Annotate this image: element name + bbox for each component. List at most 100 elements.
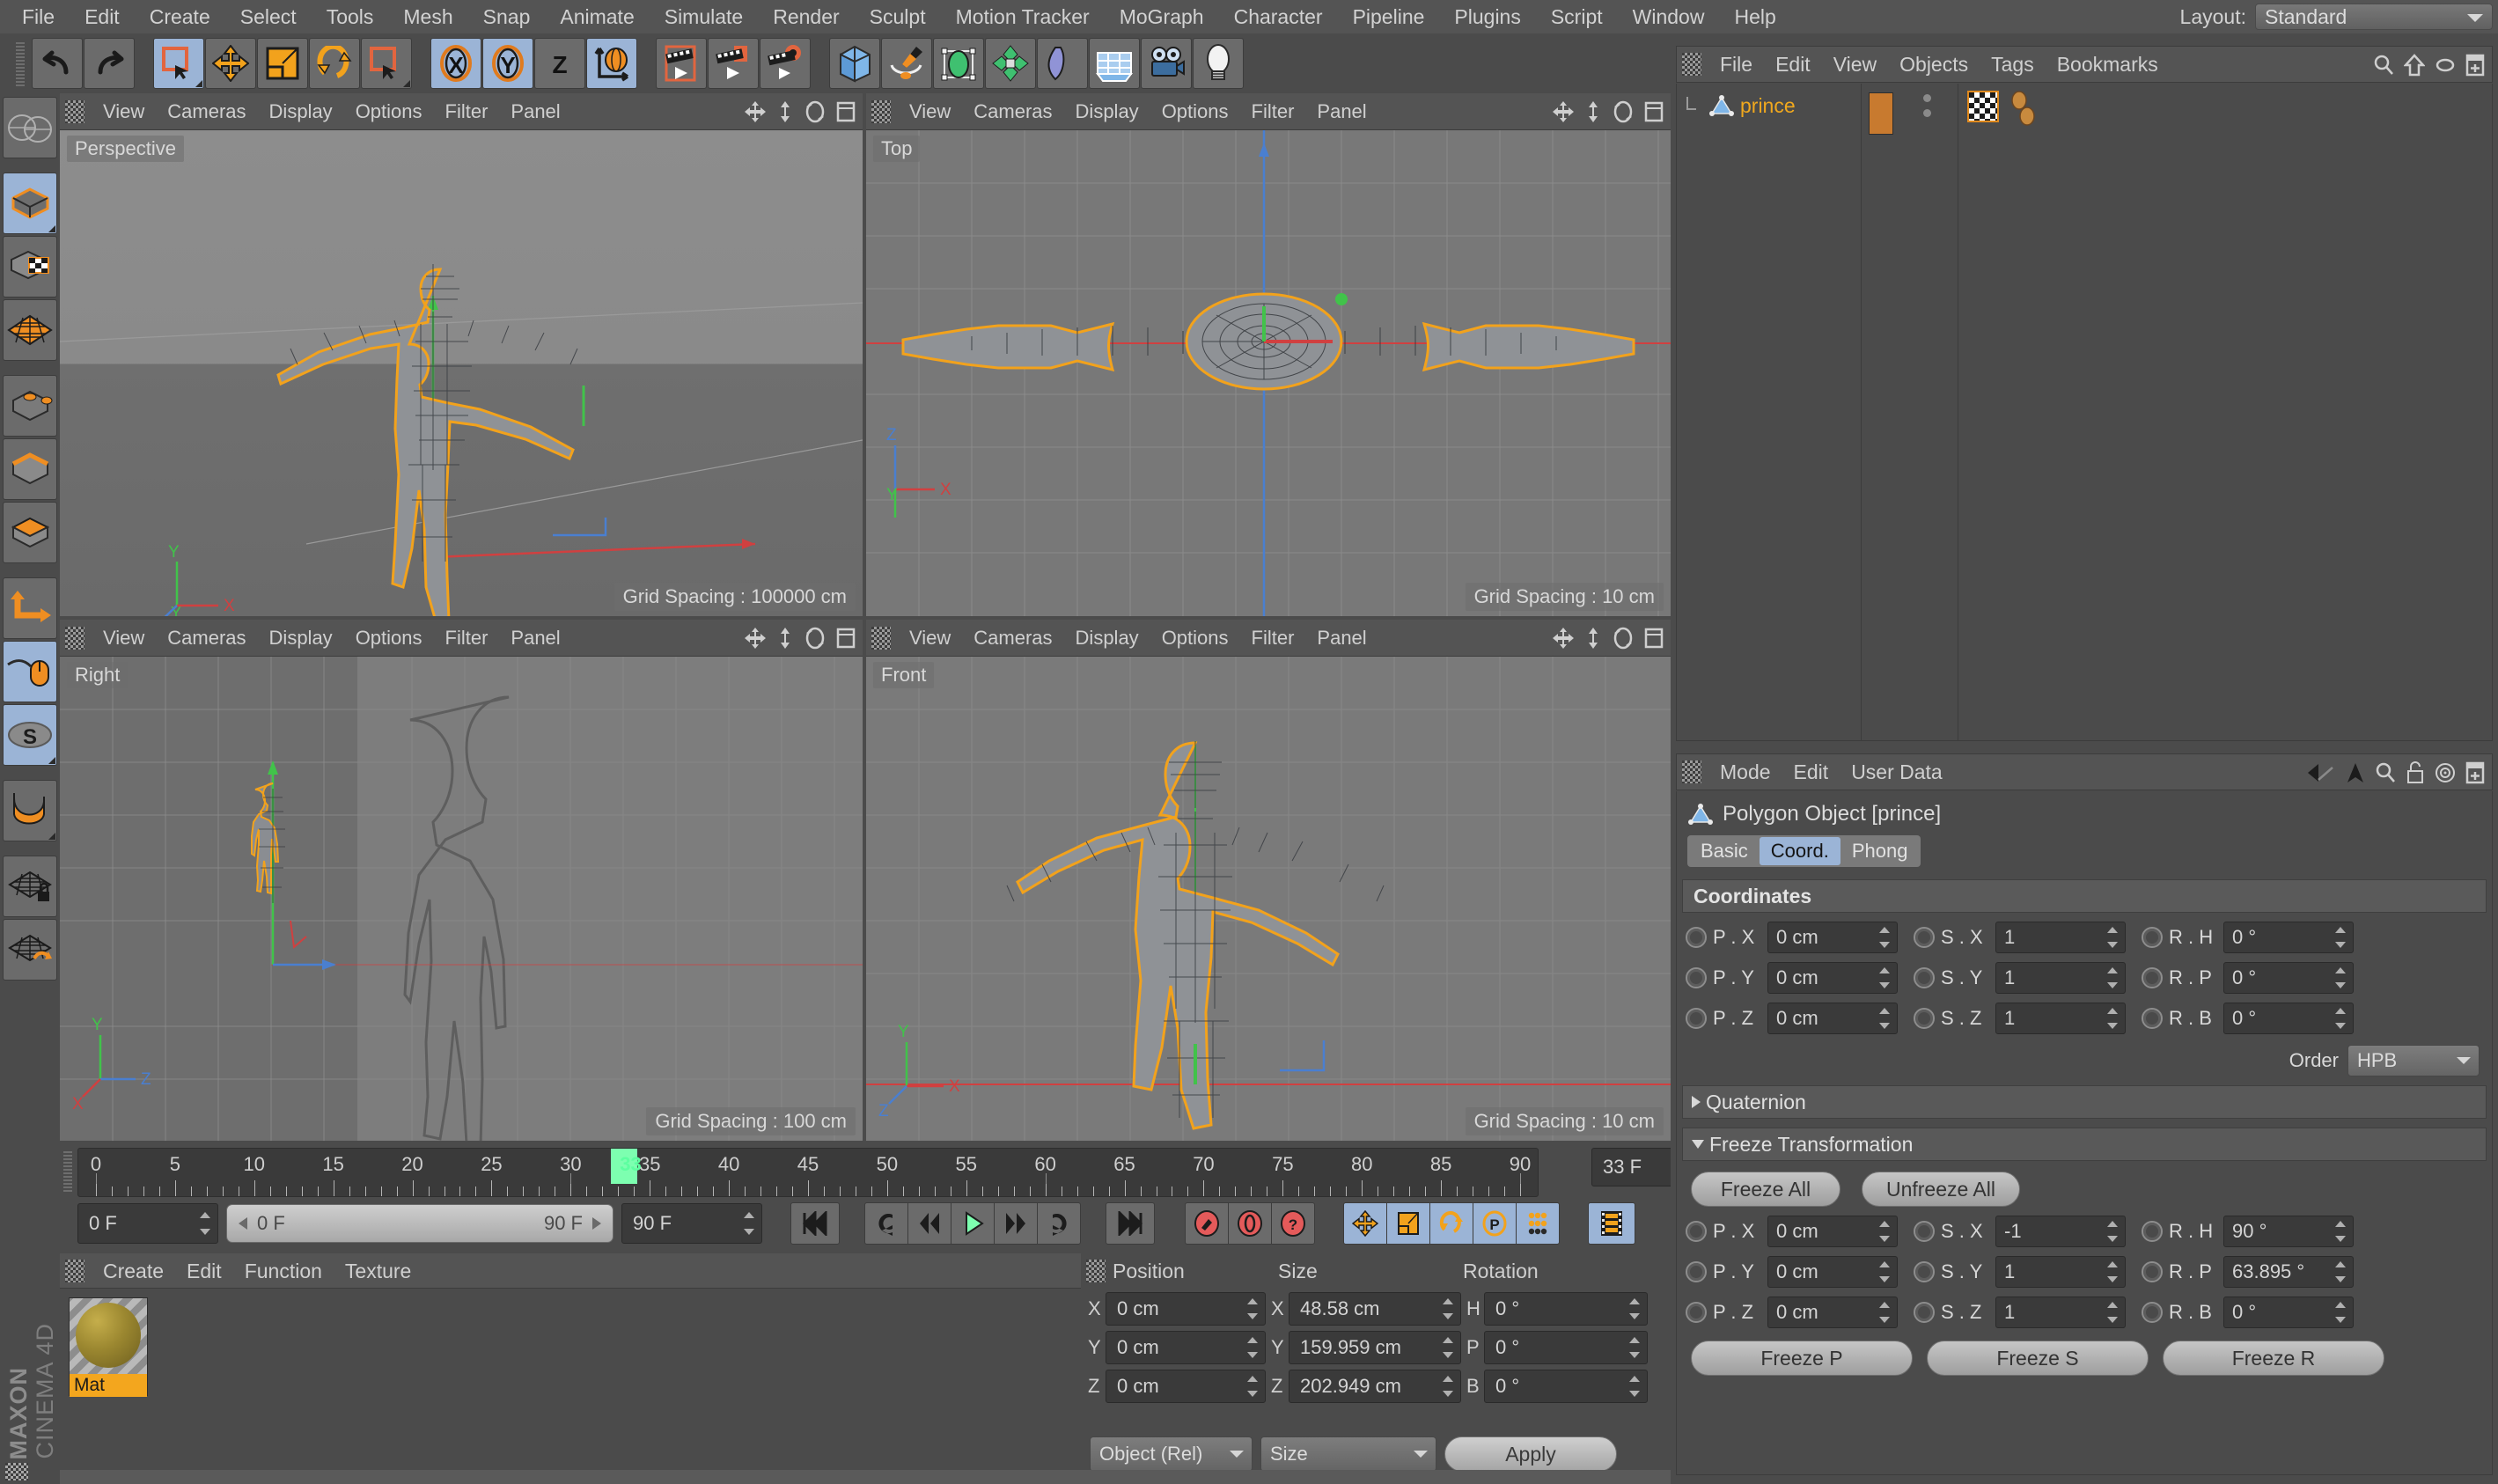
- stepper-down-icon[interactable]: [2107, 1236, 2118, 1242]
- stepper-down-icon[interactable]: [2335, 982, 2346, 988]
- material-menu-function[interactable]: Function: [233, 1253, 334, 1289]
- right-canvas[interactable]: Y Z X Right Grid Spacing : 100 cm: [60, 657, 863, 1141]
- viewport-menu-view[interactable]: View: [92, 93, 156, 130]
- play-backwards-loop-button[interactable]: [864, 1202, 908, 1245]
- stepper-down-icon[interactable]: [2107, 942, 2118, 948]
- freeze-s-button[interactable]: Freeze S: [1927, 1341, 2149, 1376]
- texture-mode-button[interactable]: [3, 236, 57, 298]
- attribute-menu-user-data[interactable]: User Data: [1840, 754, 1954, 790]
- stepper-up-icon[interactable]: [1443, 1298, 1453, 1304]
- tab-phong[interactable]: Phong: [1840, 837, 1920, 865]
- end-frame-field[interactable]: 90 F: [621, 1203, 762, 1244]
- coord-rp-field[interactable]: 0 °: [2223, 962, 2354, 994]
- attribute-menu-mode[interactable]: Mode: [1708, 754, 1782, 790]
- stepper-down-icon[interactable]: [1247, 1352, 1258, 1358]
- previous-frame-button[interactable]: [907, 1202, 951, 1245]
- coord-rh-radio[interactable]: [2142, 927, 2163, 948]
- order-select[interactable]: HPB: [2347, 1045, 2480, 1076]
- stepper-down-icon[interactable]: [1629, 1352, 1640, 1358]
- viewport-menu-cameras[interactable]: Cameras: [156, 620, 257, 657]
- viewport-menu-panel[interactable]: Panel: [1305, 620, 1378, 657]
- stepper-down-icon[interactable]: [1879, 1236, 1890, 1242]
- stepper-down-icon[interactable]: [1879, 1276, 1890, 1282]
- redo-button[interactable]: [84, 38, 135, 89]
- stepper-up-icon[interactable]: [1879, 927, 1890, 933]
- toolbar-grip[interactable]: [16, 40, 25, 86]
- stepper-up-icon[interactable]: [1443, 1376, 1453, 1382]
- object-menu-file[interactable]: File: [1708, 47, 1764, 82]
- stepper-down-icon[interactable]: [2107, 1276, 2118, 1282]
- coordinate-mode-select[interactable]: Object (Rel): [1090, 1436, 1253, 1472]
- stepper-up-icon[interactable]: [2335, 1302, 2346, 1308]
- freeze-py-radio[interactable]: [1686, 1261, 1707, 1282]
- freeze-rh-radio[interactable]: [2142, 1221, 2163, 1242]
- lock-y-axis-button[interactable]: Y: [482, 38, 533, 89]
- selection-tool-button[interactable]: [361, 38, 412, 89]
- live-selection-button[interactable]: [153, 38, 204, 89]
- horizontal-scrollbar[interactable]: [60, 1470, 1671, 1484]
- freeze-pz-radio[interactable]: [1686, 1302, 1707, 1323]
- timeline-ruler[interactable]: 0 5 10 15 20 25 30 35 40 45 50 55 60 65 70 75 80 85 90 33: [77, 1148, 1539, 1197]
- object-tree[interactable]: prince: [1677, 84, 1862, 740]
- size-z-field[interactable]: 202.949 cm: [1289, 1370, 1461, 1403]
- position-y-field[interactable]: 0 cm: [1106, 1331, 1266, 1364]
- right-viewport[interactable]: View Cameras Display Options Filter Panel: [60, 620, 863, 1141]
- stepper-up-icon[interactable]: [1879, 1302, 1890, 1308]
- add-array-button[interactable]: [985, 38, 1036, 89]
- object-menu-view[interactable]: View: [1822, 47, 1888, 82]
- menu-item-edit[interactable]: Edit: [70, 0, 135, 33]
- freeze-rh-field[interactable]: 90 °: [2223, 1216, 2354, 1247]
- stepper-up-icon[interactable]: [2335, 1008, 2346, 1014]
- object-menu-objects[interactable]: Objects: [1888, 47, 1980, 82]
- preview-range-bar[interactable]: 0 F 90 F: [226, 1204, 613, 1243]
- freeze-sz-radio[interactable]: [1914, 1302, 1935, 1323]
- render-view-button[interactable]: [656, 38, 707, 89]
- viewport-menu-display[interactable]: Display: [258, 620, 344, 657]
- menu-item-animate[interactable]: Animate: [545, 0, 649, 33]
- record-rotation-button[interactable]: [1429, 1202, 1473, 1245]
- menu-item-window[interactable]: Window: [1618, 0, 1720, 33]
- object-menu-bookmarks[interactable]: Bookmarks: [2046, 47, 2170, 82]
- stepper-down-icon[interactable]: [1247, 1313, 1258, 1319]
- viewport-grip[interactable]: [65, 99, 84, 123]
- freeze-sy-radio[interactable]: [1914, 1261, 1935, 1282]
- material-grip[interactable]: [65, 1259, 84, 1282]
- record-scale-button[interactable]: [1386, 1202, 1430, 1245]
- make-editable-button[interactable]: [3, 97, 57, 158]
- rotation-h-field[interactable]: 0 °: [1484, 1292, 1648, 1326]
- coord-sy-field[interactable]: 1: [1995, 962, 2126, 994]
- menu-item-tools[interactable]: Tools: [312, 0, 389, 33]
- stepper-up-icon[interactable]: [1247, 1298, 1258, 1304]
- material-list[interactable]: Mat: [60, 1289, 1081, 1484]
- soft-selection-button[interactable]: S: [3, 704, 57, 766]
- next-frame-button[interactable]: [994, 1202, 1038, 1245]
- freeze-r-button[interactable]: Freeze R: [2163, 1341, 2384, 1376]
- front-canvas[interactable]: Y X Z Front Grid Spacing : 10 cm: [866, 657, 1671, 1141]
- menu-item-sculpt[interactable]: Sculpt: [855, 0, 941, 33]
- record-param-button[interactable]: P: [1473, 1202, 1517, 1245]
- viewport-menu-cameras[interactable]: Cameras: [156, 93, 257, 130]
- freeze-p-button[interactable]: Freeze P: [1691, 1341, 1913, 1376]
- coord-sz-field[interactable]: 1: [1995, 1003, 2126, 1034]
- texture-tag-icon[interactable]: [1967, 91, 1999, 122]
- freeze-rb-field[interactable]: 0 °: [2223, 1297, 2354, 1328]
- autokeying-button[interactable]: [1228, 1202, 1272, 1245]
- tab-coord[interactable]: Coord.: [1759, 837, 1840, 865]
- viewport-grip[interactable]: [871, 626, 891, 650]
- stepper-down-icon[interactable]: [200, 1229, 210, 1235]
- size-y-field[interactable]: 159.959 cm: [1289, 1331, 1461, 1364]
- attribute-menu-edit[interactable]: Edit: [1782, 754, 1840, 790]
- coord-rh-field[interactable]: 0 °: [2223, 922, 2354, 953]
- viewport-menu-view[interactable]: View: [898, 620, 962, 657]
- size-mode-select[interactable]: Size: [1260, 1436, 1436, 1472]
- lock-z-axis-button[interactable]: Z: [534, 38, 585, 89]
- stepper-up-icon[interactable]: [1879, 1261, 1890, 1267]
- stepper-up-icon[interactable]: [1247, 1376, 1258, 1382]
- material-menu-texture[interactable]: Texture: [334, 1253, 422, 1289]
- freeze-sx-radio[interactable]: [1914, 1221, 1935, 1242]
- viewport-menu-options[interactable]: Options: [344, 620, 434, 657]
- stepper-up-icon[interactable]: [2107, 1008, 2118, 1014]
- viewport-menu-view[interactable]: View: [92, 620, 156, 657]
- object-menu-edit[interactable]: Edit: [1764, 47, 1822, 82]
- stepper-up-icon[interactable]: [2107, 967, 2118, 973]
